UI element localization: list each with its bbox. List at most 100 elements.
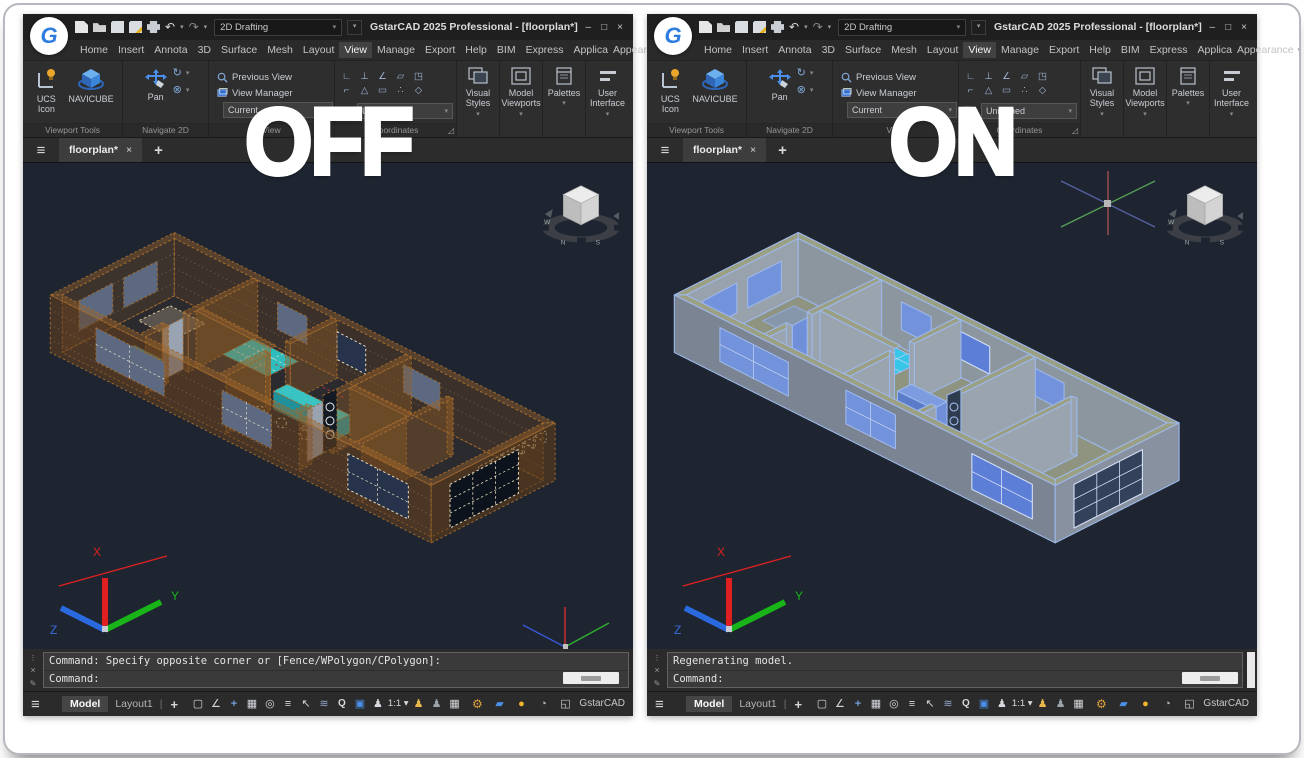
quick-properties-icon[interactable]: ▦	[447, 699, 463, 710]
view-manager-button[interactable]: View Manager	[217, 86, 326, 100]
close-button[interactable]	[617, 22, 623, 33]
status-menu-icon[interactable]	[655, 696, 683, 713]
panel-footer-view[interactable]: View	[209, 123, 334, 137]
navicube-button[interactable]: NAVICUBE	[66, 64, 115, 123]
redo-icon[interactable]: ↷	[189, 21, 199, 33]
ucs-named-icon[interactable]: ◇	[1034, 85, 1051, 98]
undo-menu-caret[interactable]: ▾	[180, 23, 184, 31]
auto-annotation-scale-icon[interactable]: ♟	[1035, 699, 1051, 710]
auto-annotation-scale-icon[interactable]: ♟	[411, 699, 427, 710]
ucs-z-vector-icon[interactable]: △	[356, 85, 373, 98]
panel-footer-view[interactable]: View	[833, 123, 958, 137]
quick-zoom-icon[interactable]: Q	[958, 699, 974, 709]
clean-screen-icon[interactable]: ▢	[190, 699, 206, 710]
user-interface-button[interactable]: User Interface	[586, 61, 629, 137]
menu-tab-insert[interactable]: Insert	[113, 42, 149, 58]
new-file-icon[interactable]	[699, 21, 712, 33]
full-screen-icon[interactable]: ◱	[1181, 699, 1197, 710]
ucs-origin-icon[interactable]: ⌐	[962, 85, 979, 98]
ucs-view-icon[interactable]: ◳	[1034, 71, 1051, 84]
panel-launcher-icon[interactable]	[1072, 124, 1078, 137]
redo-menu-caret[interactable]: ▾	[828, 23, 832, 31]
model-viewports-button[interactable]: Model Viewports	[1124, 61, 1167, 137]
maximize-button[interactable]	[601, 22, 607, 33]
ucs-3point-icon[interactable]: ▭	[998, 85, 1015, 98]
undo-icon[interactable]: ↶	[789, 21, 799, 33]
tab-close-icon[interactable]	[126, 144, 132, 156]
drawing-viewport[interactable]	[23, 163, 633, 649]
add-layout-button[interactable]: +	[789, 697, 807, 712]
ucs-object-icon[interactable]: ▱	[392, 71, 409, 84]
panel-footer-coordinates[interactable]: Coordinates	[335, 123, 456, 137]
full-screen-icon[interactable]: ◱	[557, 699, 573, 710]
menu-tab-bim[interactable]: BIM	[1116, 42, 1145, 58]
dynamic-input-icon[interactable]: ▣	[976, 699, 992, 710]
ucs-object-icon[interactable]: ▱	[1016, 71, 1033, 84]
save-icon[interactable]	[111, 21, 124, 33]
new-tab-button[interactable]: +	[778, 142, 787, 159]
view-manager-button[interactable]: View Manager	[841, 86, 950, 100]
model-tab[interactable]: Model	[62, 696, 108, 712]
grid-display-icon[interactable]: ▦	[244, 699, 260, 710]
save-as-icon[interactable]	[129, 21, 142, 33]
navicube-widget[interactable]	[1161, 177, 1249, 255]
polar-tracking-icon[interactable]: ∠	[832, 699, 848, 710]
workspace-selector[interactable]: 2D Drafting	[214, 19, 342, 36]
ortho-mode-icon[interactable]: ≡	[904, 699, 920, 710]
undo-menu-caret[interactable]: ▾	[804, 23, 808, 31]
settings-gear-icon[interactable]: ⚙	[469, 698, 485, 710]
menu-tab-application[interactable]: Applica	[1193, 42, 1237, 58]
tab-close-icon[interactable]	[750, 144, 756, 156]
layout1-tab[interactable]: Layout1	[111, 698, 156, 710]
maximize-button[interactable]	[1225, 22, 1231, 33]
command-edit-icon[interactable]	[654, 678, 661, 688]
minimize-button[interactable]	[586, 22, 592, 33]
visual-styles-button[interactable]: Visual Styles	[457, 61, 500, 137]
annotation-monitor-icon[interactable]: ♟	[429, 699, 445, 710]
redo-icon[interactable]: ↷	[813, 21, 823, 33]
menu-tab-home[interactable]: Home	[75, 42, 113, 58]
command-scrollbar-thumb[interactable]	[563, 672, 619, 684]
menu-tab-help[interactable]: Help	[460, 42, 492, 58]
ucs-world-icon[interactable]: ∟	[962, 71, 979, 84]
menu-tab-insert[interactable]: Insert	[737, 42, 773, 58]
menu-tab-help[interactable]: Help	[1084, 42, 1116, 58]
open-file-icon[interactable]	[93, 21, 106, 33]
gstarcad-logo[interactable]: G	[30, 17, 68, 55]
navicube-button[interactable]: NAVICUBE	[690, 64, 739, 123]
ucs-icon-button[interactable]: UCS Icon	[653, 64, 687, 123]
menu-tab-view[interactable]: View	[339, 42, 372, 58]
annotation-monitor-icon[interactable]: ♟	[1053, 699, 1069, 710]
ucs-origin-icon[interactable]: ⌐	[338, 85, 355, 98]
palettes-button[interactable]: Palettes	[1167, 61, 1210, 137]
menu-burger-icon[interactable]	[23, 142, 59, 159]
hardware-acceleration-icon[interactable]: ▰	[491, 699, 507, 710]
ucs-view-icon[interactable]: ◳	[410, 71, 427, 84]
workspace-selector[interactable]: 2D Drafting	[838, 19, 966, 36]
save-as-icon[interactable]	[753, 21, 766, 33]
drawing-viewport[interactable]	[647, 163, 1257, 649]
drag-dots-icon[interactable]	[30, 652, 37, 662]
panel-footer-viewport-tools[interactable]: Viewport Tools	[647, 123, 746, 137]
new-file-icon[interactable]	[75, 21, 88, 33]
menu-tab-annotate[interactable]: Annota	[149, 42, 192, 58]
annotation-scale-value[interactable]: 1:1 ▾	[388, 699, 409, 709]
ucs-block-icon[interactable]: ▤	[338, 105, 347, 116]
view-current-dropdown[interactable]: Current	[847, 102, 957, 118]
zoom-extents-button[interactable]: ⊗	[797, 83, 814, 97]
menu-tab-view[interactable]: View	[963, 42, 996, 58]
ucs-world-icon[interactable]: ∟	[338, 71, 355, 84]
menu-burger-icon[interactable]	[647, 142, 683, 159]
ucs-z-vector-icon[interactable]: △	[980, 85, 997, 98]
ucs-face-icon[interactable]: ∠	[374, 71, 391, 84]
command-close-icon[interactable]	[654, 665, 659, 675]
layout1-tab[interactable]: Layout1	[735, 698, 780, 710]
brand-label[interactable]: GstarCAD	[579, 699, 625, 709]
print-icon[interactable]	[771, 21, 784, 33]
ucs-previous-icon[interactable]: ⊥	[980, 71, 997, 84]
polar-tracking-icon[interactable]: ∠	[208, 699, 224, 710]
command-window[interactable]: Command: Specify opposite corner or [Fen…	[43, 652, 629, 688]
palettes-button[interactable]: Palettes	[543, 61, 586, 137]
command-prompt-line[interactable]: Command:	[44, 670, 628, 688]
object-snap-icon[interactable]: ≋	[940, 699, 956, 710]
